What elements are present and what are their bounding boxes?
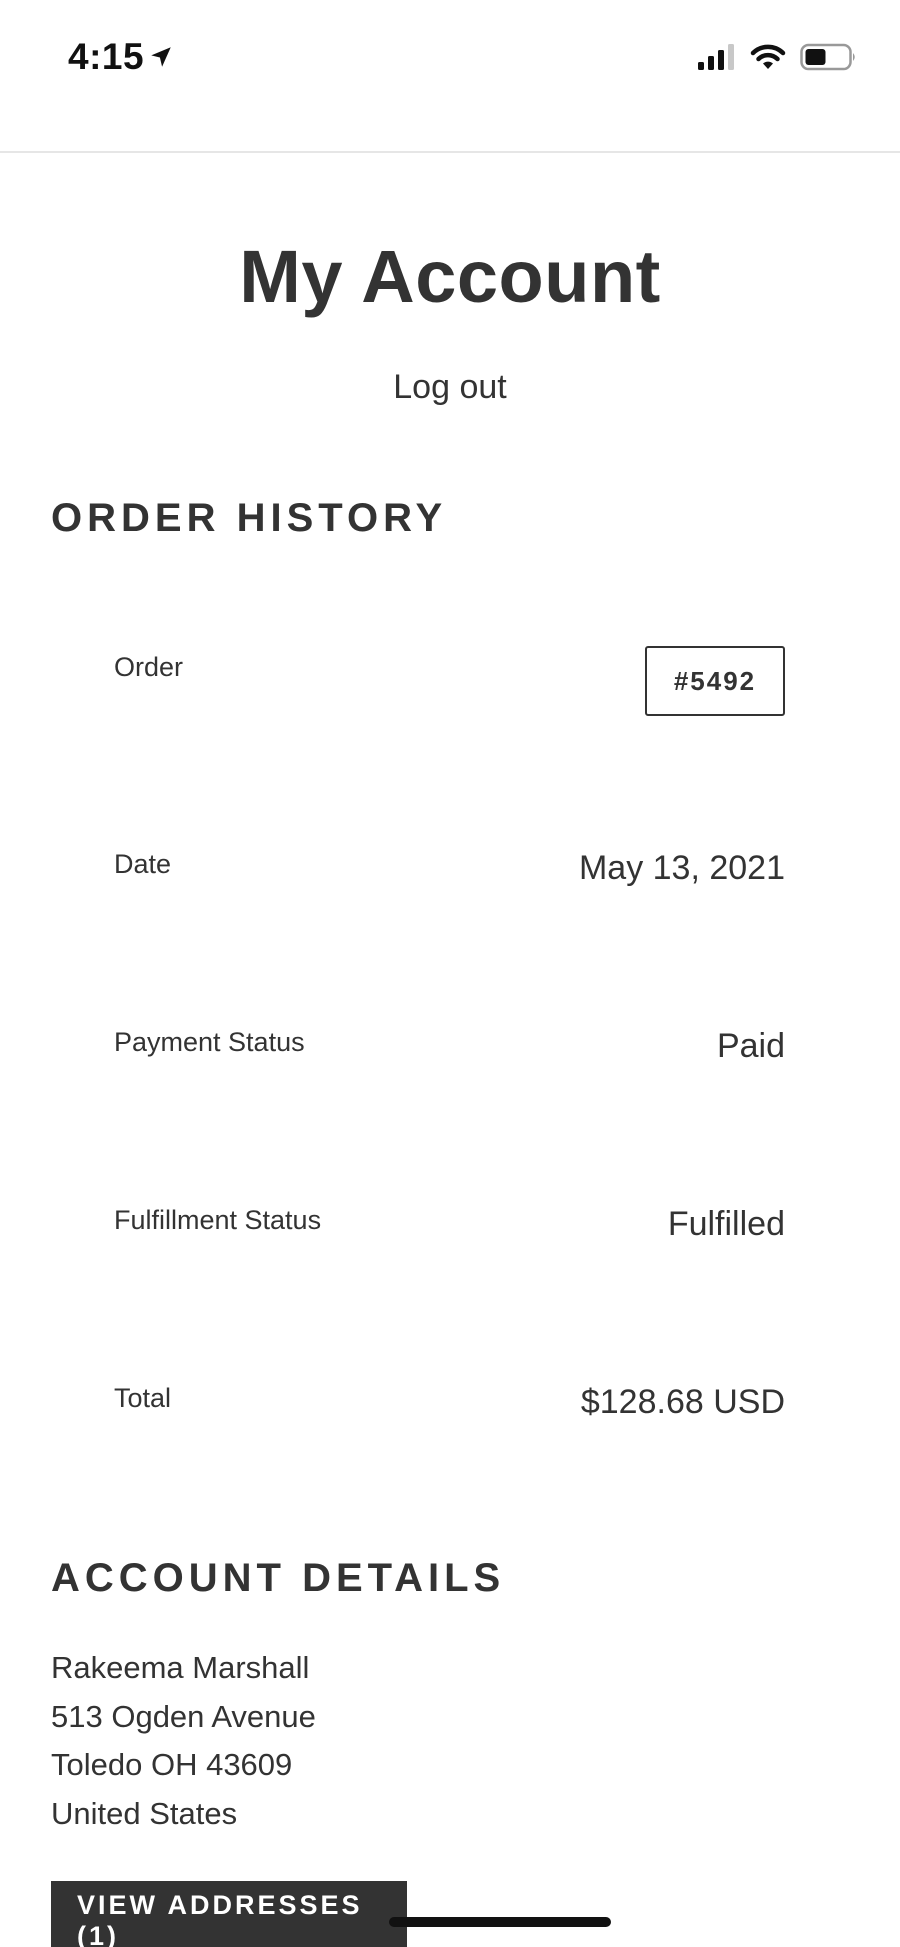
fulfillment-status-label: Fulfillment Status xyxy=(114,1205,322,1235)
address-block: Rakeema Marshall 513 Ogden Avenue Toledo… xyxy=(51,1644,316,1838)
status-bar: 4:15 xyxy=(0,0,900,120)
logout-link[interactable]: Log out xyxy=(0,368,900,407)
header-divider xyxy=(0,151,900,153)
battery-icon xyxy=(800,43,855,71)
view-addresses-button[interactable]: VIEW ADDRESSES (1) xyxy=(51,1881,407,1947)
status-time: 4:15 xyxy=(68,36,145,77)
total-value: $128.68 USD xyxy=(580,1383,785,1421)
payment-status-row: Payment Status Paid xyxy=(114,1027,785,1087)
home-indicator xyxy=(389,1917,611,1927)
fulfillment-status-row: Fulfillment Status Fulfilled xyxy=(114,1205,785,1265)
total-label: Total xyxy=(114,1383,172,1413)
payment-status-label: Payment Status xyxy=(114,1027,305,1057)
order-history-heading: ORDER HISTORY xyxy=(51,496,448,540)
page-title: My Account xyxy=(239,235,661,318)
location-arrow-icon xyxy=(151,47,171,67)
wifi-icon xyxy=(750,44,786,69)
address-country: United States xyxy=(51,1795,238,1831)
order-number-button[interactable]: #5492 xyxy=(645,646,785,716)
address-city-line: Toledo OH 43609 xyxy=(51,1747,293,1782)
order-row: Order #5492 xyxy=(114,646,785,716)
account-page: 4:15 My Account Log out ORDER HISTORY Or… xyxy=(0,0,900,1947)
cellular-signal-icon xyxy=(698,44,734,70)
date-value: May 13, 2021 xyxy=(578,849,785,887)
address-street: 513 Ogden Avenue xyxy=(51,1698,316,1734)
date-label: Date xyxy=(114,849,172,879)
payment-status-value: Paid xyxy=(716,1027,785,1065)
order-label: Order xyxy=(114,652,184,682)
account-details-heading: ACCOUNT DETAILS xyxy=(51,1556,506,1600)
fulfillment-status-value: Fulfilled xyxy=(667,1205,785,1243)
total-row: Total $128.68 USD xyxy=(114,1383,785,1443)
address-name: Rakeema Marshall xyxy=(51,1650,310,1685)
date-row: Date May 13, 2021 xyxy=(114,849,785,909)
